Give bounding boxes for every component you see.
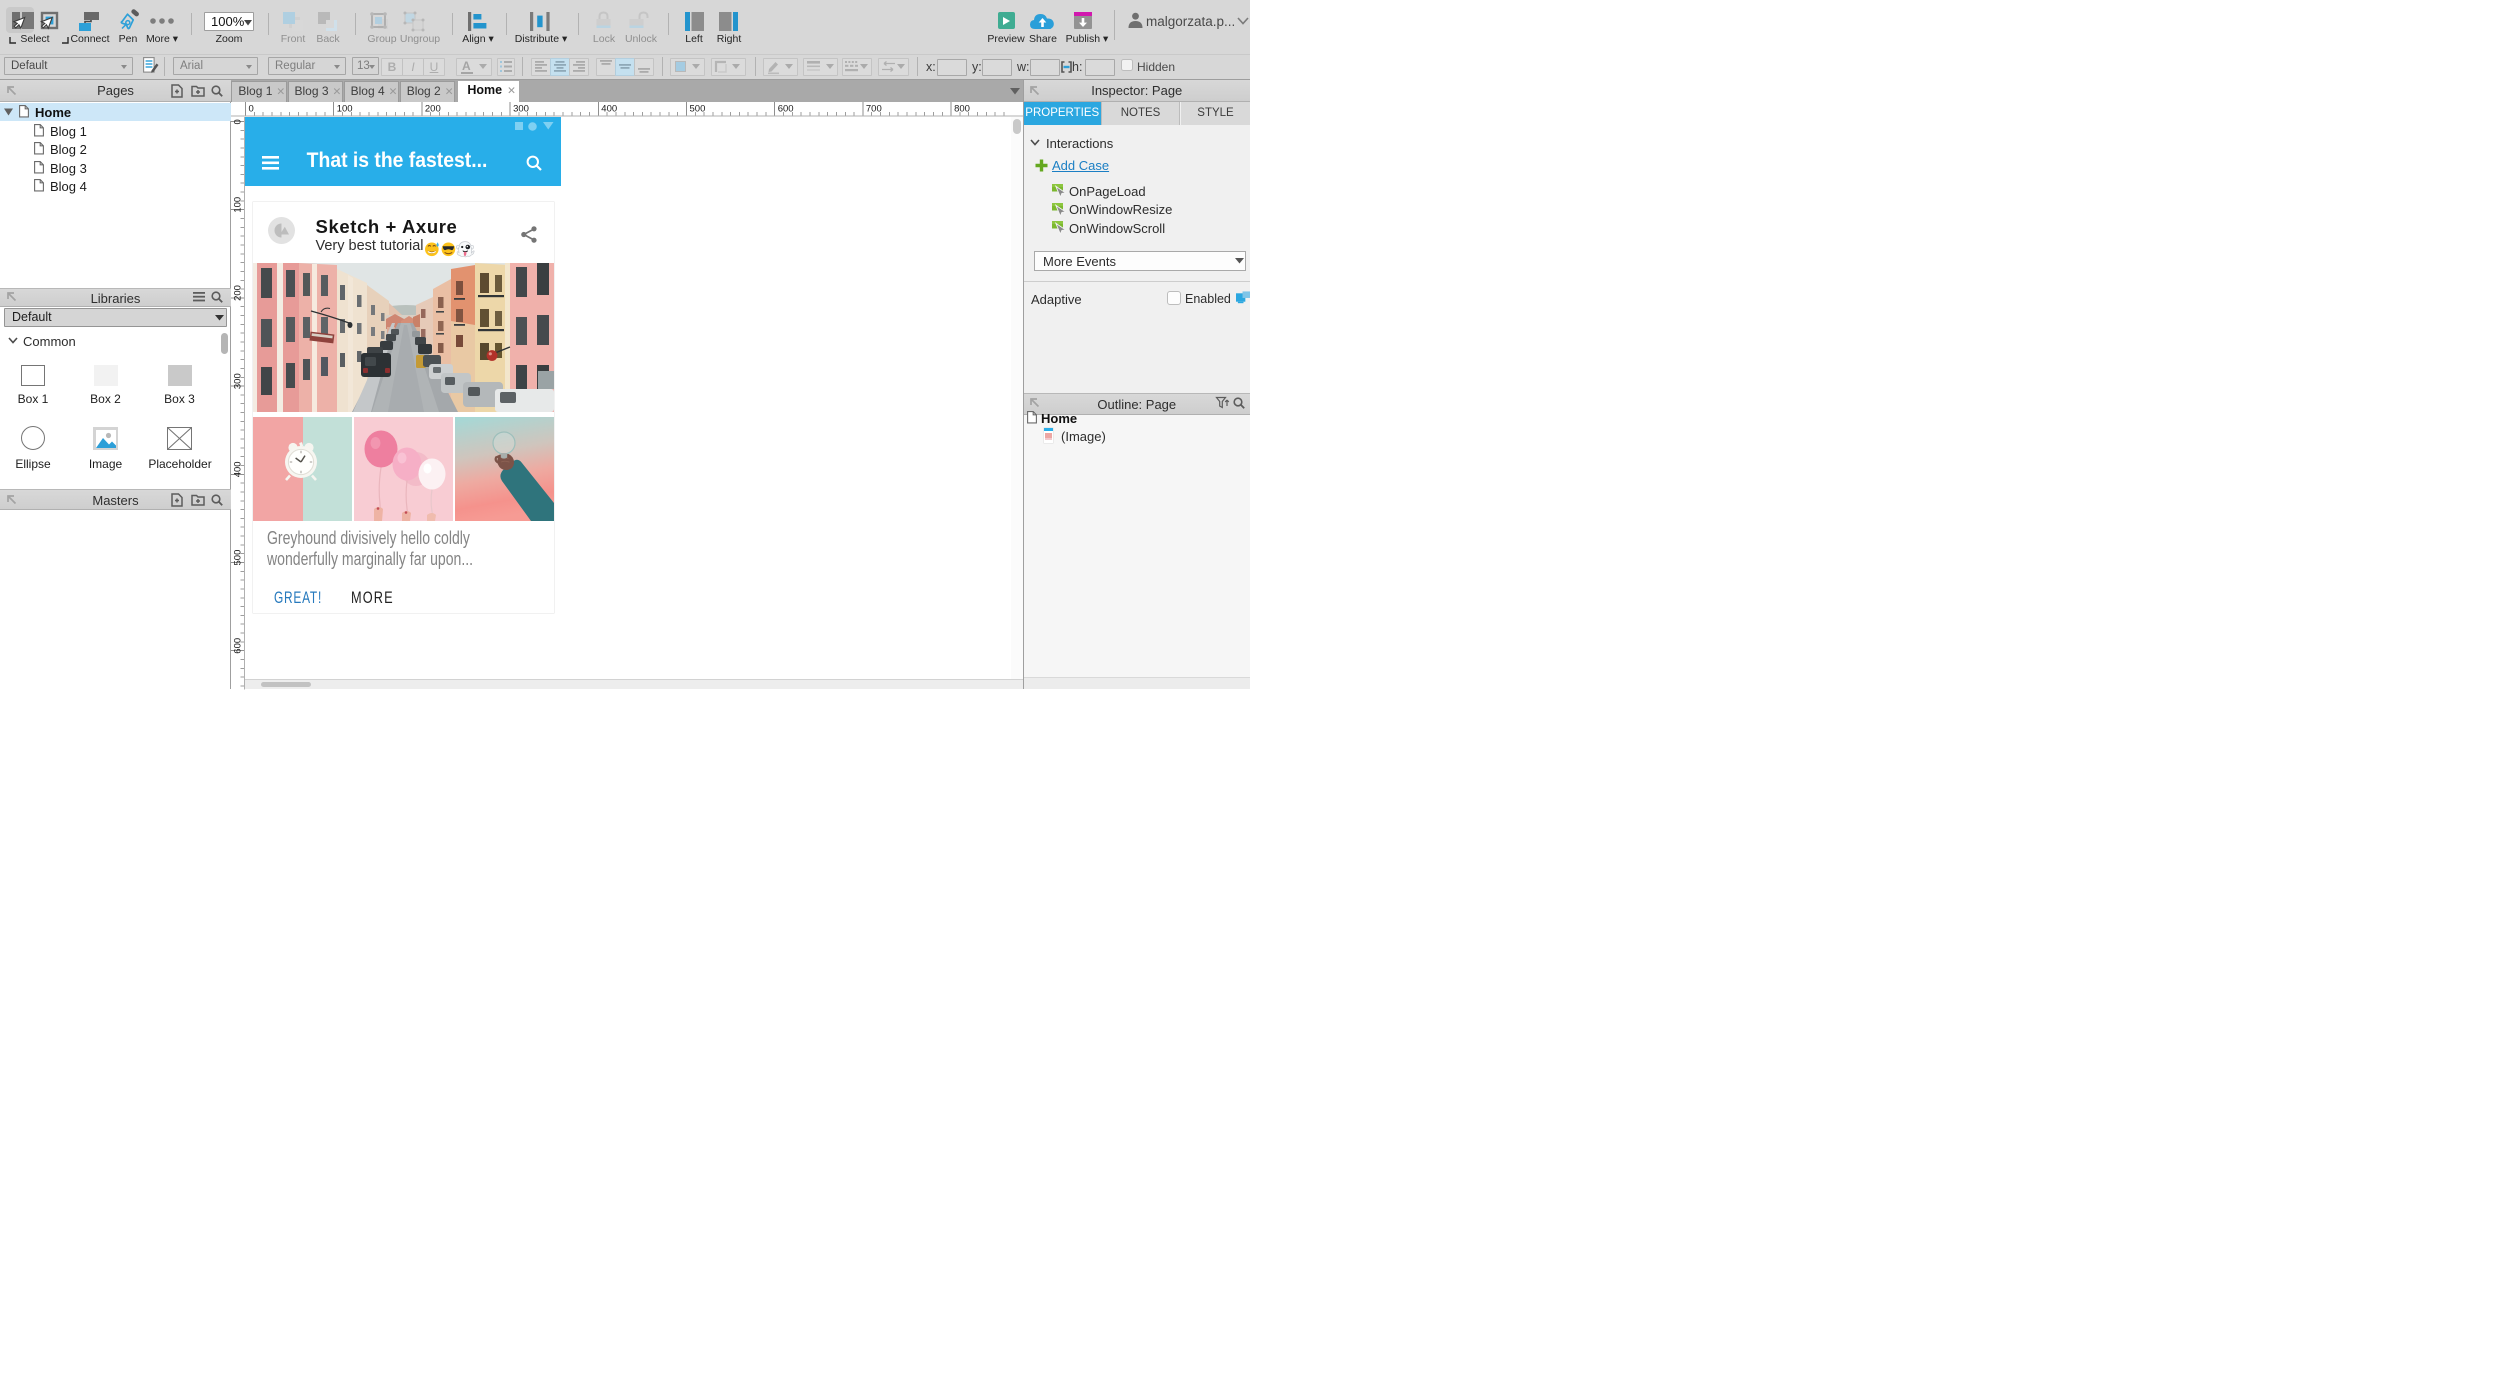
svg-text:300: 300 xyxy=(513,104,529,115)
svg-text:500: 500 xyxy=(233,549,244,565)
svg-text:0: 0 xyxy=(233,119,244,124)
svg-text:700: 700 xyxy=(866,104,882,115)
svg-text:300: 300 xyxy=(233,373,244,389)
svg-text:0: 0 xyxy=(249,104,254,115)
svg-text:200: 200 xyxy=(233,285,244,301)
svg-text:100: 100 xyxy=(233,196,244,212)
svg-text:400: 400 xyxy=(233,461,244,477)
svg-text:800: 800 xyxy=(954,104,970,115)
svg-text:200: 200 xyxy=(425,104,441,115)
svg-text:100: 100 xyxy=(337,104,353,115)
svg-text:500: 500 xyxy=(690,104,706,115)
svg-text:400: 400 xyxy=(601,104,617,115)
svg-text:600: 600 xyxy=(778,104,794,115)
svg-text:600: 600 xyxy=(233,637,244,653)
